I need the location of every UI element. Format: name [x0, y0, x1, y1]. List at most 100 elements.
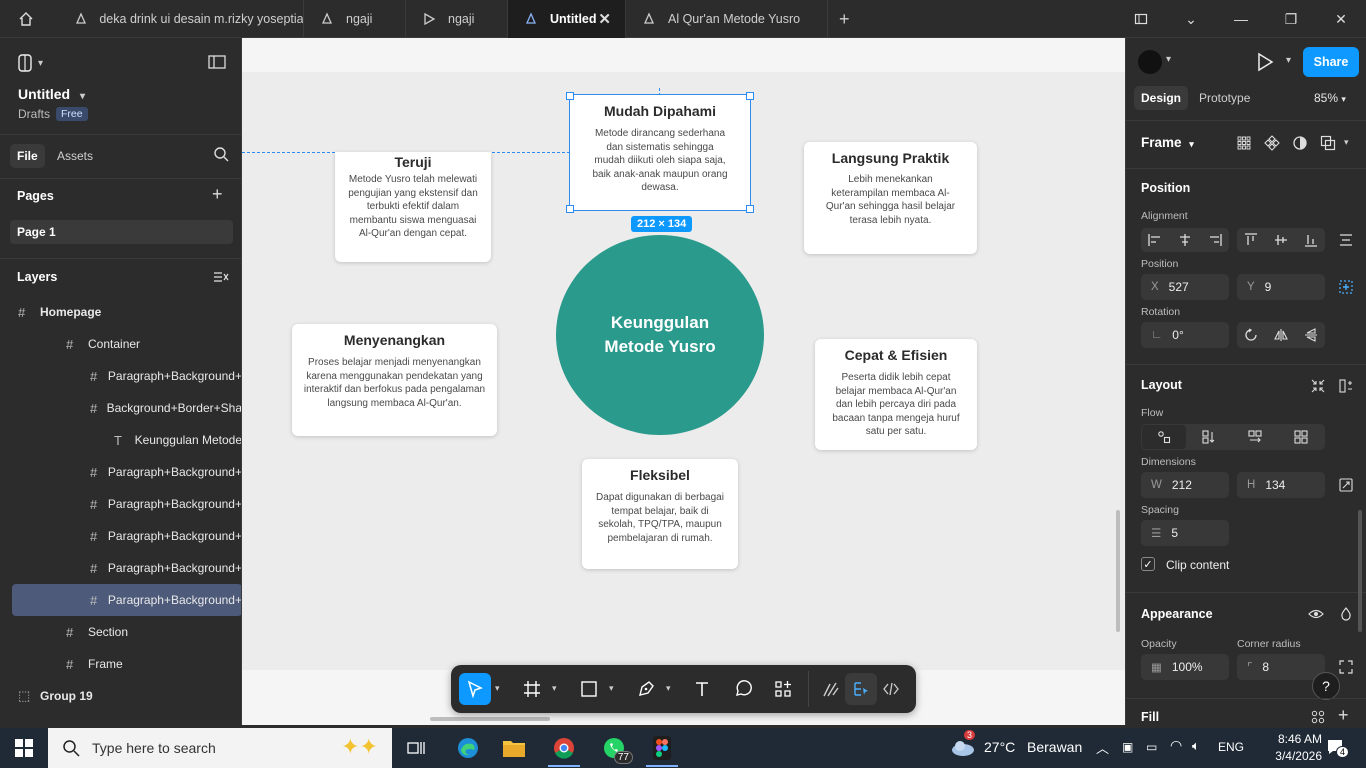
chevron-down-icon[interactable]: ▾: [609, 683, 614, 694]
align-middle-icon[interactable]: [1271, 230, 1291, 250]
layer-item[interactable]: # Paragraph+Background+: [0, 360, 241, 392]
file-name-button[interactable]: Untitled ▾: [18, 86, 85, 102]
independent-corners-icon[interactable]: [1336, 657, 1356, 677]
auto-layout-icon[interactable]: [1336, 376, 1356, 396]
main-menu-button[interactable]: ▾: [18, 54, 43, 72]
taskbar-search-box[interactable]: Type here to search ✦✦: [48, 728, 392, 768]
pen-tool[interactable]: [630, 673, 662, 705]
dev-mode-button[interactable]: [875, 673, 907, 705]
file-explorer-app[interactable]: [494, 732, 534, 764]
card-fleksibel[interactable]: Fleksibel Dapat digunakan di berbagai te…: [582, 459, 738, 569]
figma-app[interactable]: [642, 732, 682, 767]
collapse-icon[interactable]: [1308, 376, 1328, 396]
layer-item[interactable]: # Paragraph+Background+: [0, 488, 241, 520]
battery-icon[interactable]: ▭: [1146, 740, 1157, 754]
chevron-down-icon[interactable]: ▾: [495, 683, 500, 694]
spacing-field[interactable]: ☰ 5: [1141, 520, 1229, 546]
layer-item[interactable]: # Background+Border+Sha: [0, 392, 241, 424]
component-icon[interactable]: [1262, 133, 1282, 153]
card-menyenangkan[interactable]: Menyenangkan Proses belajar menjadi meny…: [292, 324, 497, 436]
tab-alquran[interactable]: Al Qur'an Metode Yusro: [626, 0, 828, 38]
volume-icon[interactable]: 🔈︎: [1192, 738, 1200, 754]
flip-horizontal-icon[interactable]: [1271, 325, 1291, 345]
layer-item[interactable]: # Paragraph+Background+: [0, 456, 241, 488]
page-item-page-1[interactable]: Page 1: [10, 220, 233, 244]
chrome-app[interactable]: [544, 732, 584, 767]
close-tab-icon[interactable]: ✕: [598, 10, 611, 28]
chevron-down-icon[interactable]: ▾: [1286, 55, 1291, 66]
tab-assets[interactable]: Assets: [57, 149, 93, 163]
selection-type-menu[interactable]: Frame ▾: [1141, 135, 1194, 150]
tab-ngaji-1[interactable]: ngaji: [304, 0, 406, 38]
minimize-button[interactable]: —: [1218, 0, 1264, 38]
tab-deka-drink[interactable]: deka drink ui desain m.rizky yoseptian: [58, 0, 304, 38]
layer-item[interactable]: # Paragraph+Background+: [12, 584, 241, 616]
align-right-icon[interactable]: [1205, 230, 1225, 250]
rotation-field[interactable]: ∟ 0°: [1141, 322, 1229, 348]
horizontal-scrollbar[interactable]: [430, 717, 550, 721]
avatar[interactable]: [1138, 50, 1162, 74]
boolean-ops-icon[interactable]: [1318, 133, 1338, 153]
constrain-proportions-icon[interactable]: [1336, 475, 1356, 495]
close-window-button[interactable]: ✕: [1318, 0, 1364, 38]
design-canvas[interactable]: Teruji Metode Yusro telah melewati pengu…: [242, 38, 1125, 725]
horizontal-flow-icon[interactable]: [1245, 427, 1265, 447]
show-hidden-icons-button[interactable]: ︿: [1096, 738, 1109, 757]
constraints-icon[interactable]: [1336, 277, 1356, 297]
blend-mode-icon[interactable]: [1336, 604, 1356, 624]
styles-grid-icon[interactable]: [1308, 707, 1328, 725]
resize-handle-top-left[interactable]: [566, 92, 574, 100]
align-top-icon[interactable]: [1241, 230, 1261, 250]
layer-item[interactable]: # Section: [0, 616, 241, 648]
chevron-down-icon[interactable]: ▾: [666, 683, 671, 694]
restore-button[interactable]: ❐: [1268, 0, 1314, 38]
align-left-icon[interactable]: [1145, 230, 1165, 250]
tab-menu-button[interactable]: ⌄: [1168, 0, 1214, 38]
layer-item[interactable]: # Frame: [0, 648, 241, 680]
chevron-down-icon[interactable]: ▾: [1344, 137, 1349, 148]
card-teruji[interactable]: Teruji Metode Yusro telah melewati pengu…: [335, 152, 491, 262]
opacity-field[interactable]: ▦ 100%: [1141, 654, 1229, 680]
library-button[interactable]: [1118, 0, 1164, 38]
design-mode-button[interactable]: [845, 673, 877, 705]
y-position-field[interactable]: Y 9: [1237, 274, 1325, 300]
align-bottom-icon[interactable]: [1301, 230, 1321, 250]
actions-tool[interactable]: [767, 673, 799, 705]
resize-handle-bottom-left[interactable]: [566, 205, 574, 213]
task-view-button[interactable]: [396, 732, 436, 764]
clip-content-checkbox[interactable]: ✓: [1141, 557, 1155, 571]
height-field[interactable]: H 134: [1237, 472, 1325, 498]
layer-item[interactable]: # Homepage: [0, 296, 241, 328]
width-field[interactable]: W 212: [1141, 472, 1229, 498]
layer-item[interactable]: ⬚ Group 19: [0, 680, 241, 712]
vertical-scrollbar[interactable]: [1116, 510, 1120, 632]
language-indicator[interactable]: ENG: [1218, 740, 1244, 754]
flow-freeform-button[interactable]: [1142, 425, 1186, 449]
wifi-icon[interactable]: ◠: [1170, 737, 1182, 754]
flip-vertical-icon[interactable]: [1301, 325, 1321, 345]
add-fill-button[interactable]: +: [1338, 705, 1349, 725]
collapse-layers-button[interactable]: [213, 270, 229, 289]
text-tool[interactable]: [686, 673, 718, 705]
zoom-menu[interactable]: 85% ▾: [1314, 91, 1346, 105]
add-page-button[interactable]: +: [212, 184, 223, 205]
new-tab-button[interactable]: +: [828, 0, 864, 38]
chevron-down-icon[interactable]: ▾: [1166, 54, 1171, 65]
distribute-icon[interactable]: [1336, 230, 1356, 250]
resize-handle-bottom-right[interactable]: [746, 205, 754, 213]
mask-icon[interactable]: [1290, 133, 1310, 153]
align-center-horizontal-icon[interactable]: [1175, 230, 1195, 250]
move-tool[interactable]: [459, 673, 491, 705]
start-button[interactable]: [4, 732, 44, 764]
weather-widget[interactable]: 3: [950, 730, 976, 763]
card-cepat-efisien[interactable]: Cepat & Efisien Peserta didik lebih cepa…: [815, 339, 977, 450]
layer-item[interactable]: # Paragraph+Background+: [0, 552, 241, 584]
clock[interactable]: 8:46 AM 3/4/2026: [1256, 731, 1322, 765]
tab-file[interactable]: File: [10, 144, 45, 168]
present-button[interactable]: [1256, 52, 1274, 77]
shape-tool[interactable]: [573, 673, 605, 705]
draw-mode-button[interactable]: [815, 673, 847, 705]
auto-layout-grid-icon[interactable]: [1234, 133, 1254, 153]
right-panel-scrollbar[interactable]: [1358, 510, 1362, 632]
vertical-flow-icon[interactable]: [1199, 427, 1219, 447]
